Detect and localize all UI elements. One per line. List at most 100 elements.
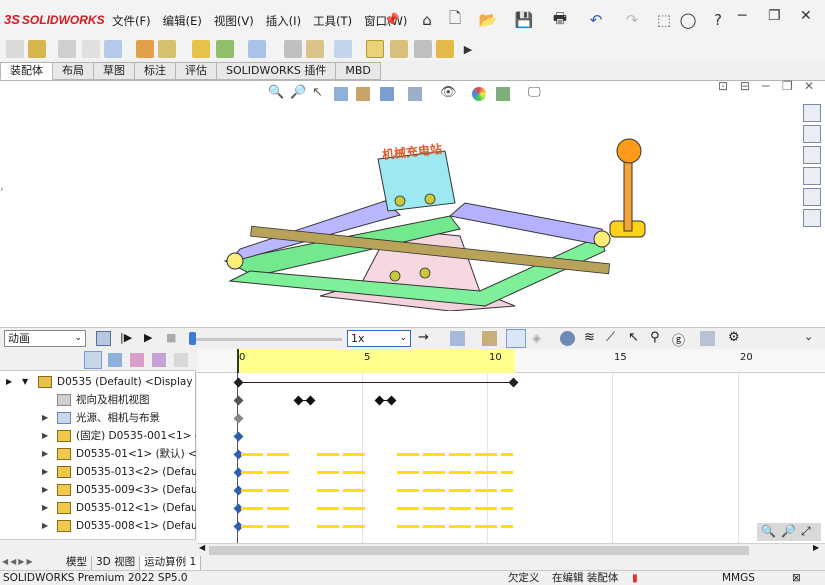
save-animation-icon[interactable] [450, 331, 465, 346]
key-bar-segment[interactable] [241, 489, 293, 492]
new-document-icon[interactable]: 🗋 [445, 9, 465, 30]
tab-sketch[interactable]: 草图 [94, 62, 135, 80]
tab-mbd[interactable]: MBD [336, 62, 381, 80]
gravity-icon[interactable]: ⓖ [672, 330, 685, 349]
keyframe[interactable] [233, 395, 244, 406]
smart-fasteners-icon[interactable] [136, 40, 154, 58]
tree-horizontal-scrollbar[interactable] [0, 539, 196, 556]
hide-show-items-icon[interactable]: 👁 [440, 85, 457, 100]
viewport-tile-icon[interactable]: ⊡ [718, 79, 728, 93]
autokey-icon[interactable] [506, 329, 526, 348]
tab-assembly[interactable]: 装配体 [0, 62, 53, 80]
tree-item-lights[interactable]: ▶ 光源、相机与布景 [0, 409, 196, 427]
scroll-right-icon[interactable]: ▶ [813, 543, 819, 552]
filter-animated-icon[interactable] [84, 351, 102, 369]
play-from-start-icon[interactable]: |▶ [120, 331, 132, 344]
filter-results-icon[interactable] [152, 353, 166, 367]
motion-timeline[interactable]: 0 5 10 15 20 🔍 🔎 ⤢ [197, 349, 825, 543]
keyframe[interactable] [305, 395, 316, 406]
section-view-icon[interactable] [334, 87, 348, 101]
keyframe[interactable] [233, 413, 244, 424]
autofit-icon[interactable] [174, 353, 188, 367]
expand-icon[interactable]: ▶ [42, 427, 48, 445]
zoom-to-fit-icon[interactable]: ⤢ [801, 524, 811, 539]
exploded-view-icon[interactable] [334, 40, 352, 58]
tree-item-views[interactable]: 视向及相机视图 [0, 391, 196, 409]
take-snapshot-icon[interactable] [414, 40, 432, 58]
user-icon[interactable]: ◯ [678, 10, 698, 30]
tree-item-part[interactable]: ▶ D0535-01<1> (默认) <默 [0, 445, 196, 463]
zoom-out-icon[interactable]: 🔎 [781, 524, 796, 538]
timeline-horizontal-scrollbar[interactable]: ◀ ▶ [197, 543, 825, 556]
key-bar-segment[interactable] [241, 525, 293, 528]
restore-icon[interactable]: ❐ [768, 8, 781, 24]
viewport-restore-icon[interactable]: ❐ [782, 79, 793, 93]
reference-geometry-icon[interactable] [248, 40, 266, 58]
study-type-select[interactable]: 动画 ⌄ [4, 330, 86, 347]
menu-view[interactable]: 视图(V) [214, 13, 254, 29]
task-pane-appearance-icon[interactable] [803, 188, 821, 206]
tab-addins[interactable]: SOLIDWORKS 插件 [217, 62, 337, 80]
playback-speed-select[interactable]: 1x ⌄ [347, 330, 411, 347]
contact-icon[interactable]: ⚲ [650, 330, 660, 345]
pin-icon[interactable]: 📌 [382, 10, 402, 30]
rebuild-icon[interactable]: ▮ [632, 571, 638, 585]
mate-icon[interactable] [58, 40, 76, 58]
zoom-to-area-icon[interactable]: 🔎 [290, 85, 306, 100]
tab-markup[interactable]: 标注 [135, 62, 176, 80]
select-icon[interactable]: ⬚ [654, 10, 674, 30]
display-style-icon[interactable] [408, 87, 422, 101]
redo-icon[interactable]: ↷ [622, 10, 642, 30]
task-pane-explorer-icon[interactable] [803, 146, 821, 164]
add-key-icon[interactable]: ◈ [532, 331, 541, 345]
minimize-icon[interactable]: ─ [738, 8, 746, 24]
bill-of-materials-icon[interactable] [306, 40, 324, 58]
viewport-minimize-icon[interactable]: ─ [762, 79, 769, 93]
save-icon[interactable]: 💾 [514, 10, 534, 30]
large-assembly-icon[interactable] [436, 40, 454, 58]
task-pane-custom-props-icon[interactable] [803, 209, 821, 227]
key-bar-segment[interactable] [397, 489, 513, 492]
viewport-close-icon[interactable]: ✕ [804, 79, 814, 93]
playback-mode-icon[interactable]: → [418, 330, 429, 345]
zoom-to-fit-icon[interactable]: 🔍 [268, 85, 284, 100]
edit-component-icon[interactable] [6, 40, 24, 58]
menu-insert[interactable]: 插入(I) [266, 13, 301, 29]
show-hidden-icon[interactable] [192, 40, 210, 58]
move-component-icon[interactable] [158, 40, 176, 58]
damper-icon[interactable]: ⟋ [606, 330, 615, 345]
solidworks-logo[interactable]: 3S SOLIDWORKS [4, 12, 105, 27]
print-icon[interactable]: 🖶 [550, 9, 570, 30]
results-plots-icon[interactable] [700, 331, 715, 346]
insert-component-icon[interactable] [28, 40, 46, 58]
menu-edit[interactable]: 编辑(E) [163, 13, 202, 29]
expand-icon[interactable]: ▶ [42, 499, 48, 517]
tab-layout[interactable]: 布局 [53, 62, 94, 80]
tab-scroll-arrows[interactable]: ◀◀▶▶ [2, 557, 58, 569]
tree-item-part[interactable]: ▶ (固定) D0535-001<1> (D [0, 427, 196, 445]
previous-view-icon[interactable]: ↖ [312, 85, 323, 100]
filter-driving-icon[interactable] [108, 353, 122, 367]
expand-panel-icon[interactable]: › [0, 185, 4, 195]
key-bar-segment[interactable] [241, 471, 293, 474]
timeline-ruler[interactable]: 0 5 10 15 20 [197, 349, 825, 373]
view-orientation-icon[interactable] [380, 87, 394, 101]
instant3d-icon[interactable] [366, 40, 384, 58]
stop-icon[interactable]: ■ [166, 331, 176, 344]
key-bar-segment[interactable] [317, 525, 367, 528]
expand-icon[interactable]: ▶ [42, 409, 48, 427]
view-settings-icon[interactable]: 🖵 [528, 85, 541, 100]
playback-slider-track[interactable] [192, 338, 342, 341]
help-icon[interactable]: ? [708, 10, 728, 30]
scrollbar-thumb[interactable] [209, 546, 749, 555]
task-pane-palette-icon[interactable] [803, 167, 821, 185]
assembly-features-icon[interactable] [216, 40, 234, 58]
key-bar-segment[interactable] [317, 489, 367, 492]
menu-file[interactable]: 文件(F) [112, 13, 151, 29]
tree-root[interactable]: ▶ ▼ D0535 (Default) <Display Sta [0, 373, 196, 391]
key-bar-segment[interactable] [397, 525, 513, 528]
tree-item-part[interactable]: ▶ D0535-012<1> (Default) [0, 499, 196, 517]
scroll-left-icon[interactable]: ◀ [199, 543, 205, 552]
task-pane-library-icon[interactable] [803, 125, 821, 143]
force-icon[interactable]: ↖ [628, 330, 639, 345]
